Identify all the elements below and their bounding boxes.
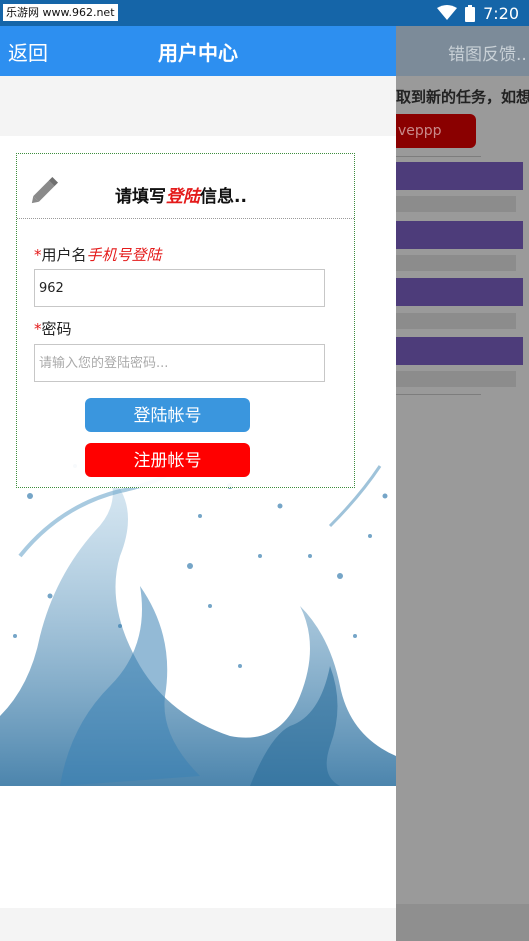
background-strip xyxy=(396,313,516,329)
background-app-bar: 错图反馈.. xyxy=(396,26,529,76)
username-label: *用户名手机号登陆 xyxy=(34,244,162,265)
login-card-header: 请填写登陆信息.. xyxy=(17,154,354,219)
username-label-text: 用户名 xyxy=(41,246,87,264)
password-label-text: 密码 xyxy=(41,320,72,338)
login-button[interactable]: 登陆帐号 xyxy=(85,398,250,432)
background-strip xyxy=(396,371,516,387)
password-input[interactable] xyxy=(34,344,325,382)
login-card: 请填写登陆信息.. *用户名手机号登陆 *密码 登陆帐号 注册帐号 xyxy=(16,153,355,488)
divider xyxy=(396,394,481,395)
register-button[interactable]: 注册帐号 xyxy=(85,443,250,477)
footer-spacer xyxy=(0,908,396,941)
background-strip xyxy=(396,255,516,271)
background-red-button[interactable]: veppp xyxy=(386,114,476,148)
background-page: 错图反馈.. 取到新的任务，如想 veppp xyxy=(386,26,529,941)
watermark-badge: 乐游网 www.962.net xyxy=(3,4,118,21)
status-bar: 乐游网 www.962.net 7:20 xyxy=(0,0,529,26)
status-time: 7:20 xyxy=(483,3,519,23)
water-splash-image xyxy=(0,454,396,786)
password-label: *密码 xyxy=(34,318,72,339)
battery-icon xyxy=(465,4,476,22)
username-hint: 手机号登陆 xyxy=(86,246,162,264)
app-bar: 返回 用户中心 xyxy=(0,26,396,76)
wifi-icon xyxy=(437,5,458,20)
title-highlight: 登陆 xyxy=(166,187,200,207)
background-bottom-bar xyxy=(396,904,529,941)
login-card-title: 请填写登陆信息.. xyxy=(115,182,247,207)
required-mark: * xyxy=(34,246,42,264)
background-strip xyxy=(396,196,516,212)
user-center-drawer: 返回 用户中心 请填写登陆信息.. *用户名手机号登陆 962 *密码 登陆帐号… xyxy=(0,26,396,941)
page-title: 用户中心 xyxy=(158,41,238,65)
background-list-item[interactable] xyxy=(396,278,523,306)
required-mark: * xyxy=(34,320,42,338)
username-input[interactable] xyxy=(34,269,325,307)
header-spacer xyxy=(0,76,396,136)
title-prefix: 请填写 xyxy=(115,187,166,207)
feedback-link[interactable]: 错图反馈.. xyxy=(448,40,527,65)
status-icons: 7:20 xyxy=(437,3,519,23)
background-list-item[interactable] xyxy=(396,162,523,190)
pencil-icon xyxy=(31,176,59,204)
background-list-item[interactable] xyxy=(396,221,523,249)
title-suffix: 信息.. xyxy=(200,187,247,207)
background-list-item[interactable] xyxy=(396,337,523,365)
divider xyxy=(396,156,481,157)
background-notice: 取到新的任务，如想 xyxy=(396,88,529,106)
